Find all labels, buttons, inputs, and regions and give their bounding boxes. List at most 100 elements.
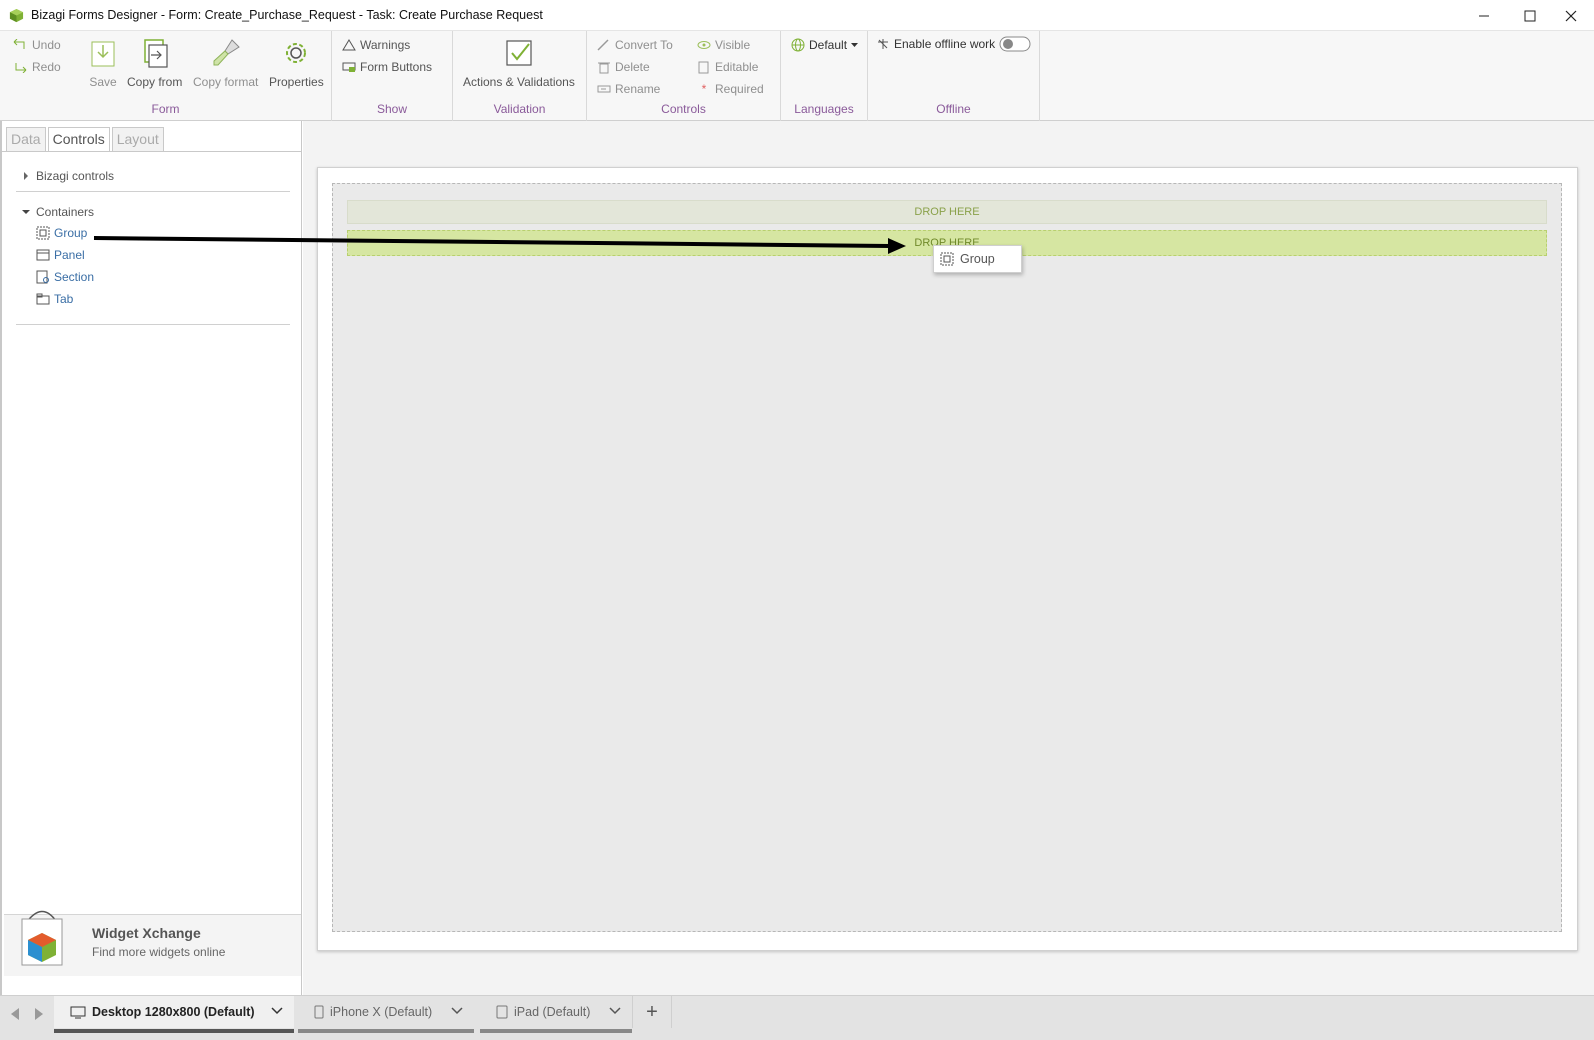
close-button[interactable] <box>1548 0 1594 31</box>
maximize-icon <box>1524 10 1536 21</box>
copy-from-icon <box>143 39 168 68</box>
phone-icon <box>314 1005 324 1019</box>
desktop-icon <box>70 1006 86 1018</box>
device-tab-iphone[interactable]: iPhone X (Default) <box>298 996 474 1033</box>
panel-icon <box>36 249 50 261</box>
active-tab-indicator <box>54 1029 294 1033</box>
convert-icon <box>597 39 609 51</box>
ribbon-group-label-controls: Controls <box>661 102 706 116</box>
form-drop-area[interactable] <box>332 183 1562 932</box>
editable-icon <box>698 61 709 73</box>
properties-button[interactable]: Properties <box>269 37 324 89</box>
copy-format-button[interactable]: Copy format <box>193 37 258 89</box>
warnings-button[interactable]: Warnings <box>342 38 410 52</box>
eye-icon <box>697 41 711 49</box>
undo-icon <box>13 39 25 49</box>
group-icon <box>940 252 954 266</box>
save-button[interactable]: Save <box>87 37 119 89</box>
container-item-tab[interactable]: Tab <box>36 292 73 306</box>
controls-panel: Data Controls Layout Bizagi controls Con… <box>0 121 302 995</box>
minimize-button[interactable] <box>1461 0 1507 31</box>
tree-node-containers[interactable]: Containers <box>22 205 94 219</box>
language-dropdown[interactable]: Default <box>791 38 859 52</box>
tabs-divider <box>2 151 301 152</box>
title-bar: Bizagi Forms Designer - Form: Create_Pur… <box>0 0 1594 31</box>
rename-button[interactable]: Rename <box>597 82 660 96</box>
add-device-button[interactable]: + <box>632 996 672 1028</box>
rename-icon <box>597 85 611 93</box>
ribbon-group-languages: Default Languages <box>781 31 868 121</box>
ribbon-group-label-offline: Offline <box>936 102 971 116</box>
ribbon-group-show: Warnings Form Buttons Show <box>332 31 453 121</box>
triangle-right-icon <box>35 1008 43 1020</box>
tab-indicator <box>480 1029 632 1033</box>
copy-from-button[interactable]: Copy from <box>127 37 182 89</box>
offline-toggle[interactable]: Enable offline work <box>876 36 1031 52</box>
tab-indicator <box>298 1029 474 1033</box>
trash-icon <box>598 62 610 73</box>
chevron-down-icon <box>22 210 30 214</box>
form-buttons-icon <box>342 62 356 72</box>
globe-icon <box>791 38 805 52</box>
convert-to-button[interactable]: Convert To <box>597 38 673 52</box>
window-title: Bizagi Forms Designer - Form: Create_Pur… <box>31 8 543 22</box>
widget-subtitle: Find more widgets online <box>92 945 226 959</box>
panel-tabs: Data Controls Layout <box>6 127 166 152</box>
ribbon-group-form: Undo Redo Save Copy from Copy format Pro… <box>0 31 332 121</box>
ribbon-group-label-form: Form <box>151 102 180 116</box>
tree-divider <box>16 191 290 192</box>
chevron-down-icon <box>609 1007 621 1015</box>
visible-button[interactable]: Visible <box>697 38 750 52</box>
ribbon-group-controls: Convert To Delete Rename Visible Editabl… <box>587 31 781 121</box>
container-item-panel[interactable]: Panel <box>36 248 85 262</box>
bizagi-logo-icon <box>9 8 24 23</box>
tab-icon <box>36 293 50 305</box>
undo-button[interactable]: Undo <box>12 38 61 52</box>
delete-button[interactable]: Delete <box>597 60 650 74</box>
shopping-bag-icon <box>21 910 63 966</box>
chevron-right-icon <box>24 172 28 180</box>
paintbrush-icon <box>213 39 240 66</box>
required-icon: * <box>701 82 707 96</box>
widget-title: Widget Xchange <box>92 925 201 941</box>
actions-validations-button[interactable]: Actions & Validations <box>463 37 575 89</box>
required-button[interactable]: * Required <box>697 82 764 96</box>
tab-layout[interactable]: Layout <box>111 127 164 151</box>
group-icon <box>36 226 50 240</box>
ribbon-group-label-show: Show <box>376 102 408 116</box>
redo-button[interactable]: Redo <box>12 60 61 74</box>
ribbon-group-validation: Actions & Validations Validation <box>453 31 587 121</box>
widget-xchange-banner[interactable]: Widget Xchange Find more widgets online <box>4 910 301 976</box>
editable-button[interactable]: Editable <box>697 60 758 74</box>
triangle-left-icon <box>11 1008 19 1020</box>
tree-node-bizagi-controls[interactable]: Bizagi controls <box>22 169 114 183</box>
device-bar: Desktop 1280x800 (Default) iPhone X (Def… <box>0 995 1594 1040</box>
ribbon-group-label-validation: Validation <box>493 102 546 116</box>
chevron-down-icon <box>451 1007 463 1015</box>
ribbon-group-offline: Enable offline work Offline <box>868 31 1040 121</box>
scroll-left-button[interactable] <box>10 1007 20 1023</box>
warning-icon <box>342 39 356 51</box>
ribbon-group-label-languages: Languages <box>794 102 854 116</box>
container-item-group[interactable]: Group <box>36 226 87 240</box>
scroll-right-button[interactable] <box>34 1007 44 1023</box>
close-icon <box>1565 10 1577 21</box>
ribbon: Undo Redo Save Copy from Copy format Pro… <box>0 31 1594 121</box>
tablet-icon <box>496 1005 508 1019</box>
maximize-button[interactable] <box>1507 0 1553 31</box>
toggle-switch-icon <box>999 36 1031 52</box>
checkmark-icon <box>506 40 532 66</box>
drop-zone-1[interactable]: DROP HERE <box>347 200 1547 224</box>
caret-down-icon <box>851 42 859 47</box>
gear-icon <box>286 43 307 63</box>
section-icon <box>36 270 49 284</box>
device-tab-desktop[interactable]: Desktop 1280x800 (Default) <box>54 996 294 1033</box>
redo-icon <box>15 63 27 73</box>
device-tab-ipad[interactable]: iPad (Default) <box>480 996 632 1033</box>
container-item-section[interactable]: Section <box>36 270 94 284</box>
chevron-down-icon <box>271 1007 283 1015</box>
form-buttons-button[interactable]: Form Buttons <box>342 60 432 74</box>
offline-icon <box>878 39 888 49</box>
tab-data[interactable]: Data <box>6 127 46 151</box>
tab-controls[interactable]: Controls <box>47 127 110 152</box>
